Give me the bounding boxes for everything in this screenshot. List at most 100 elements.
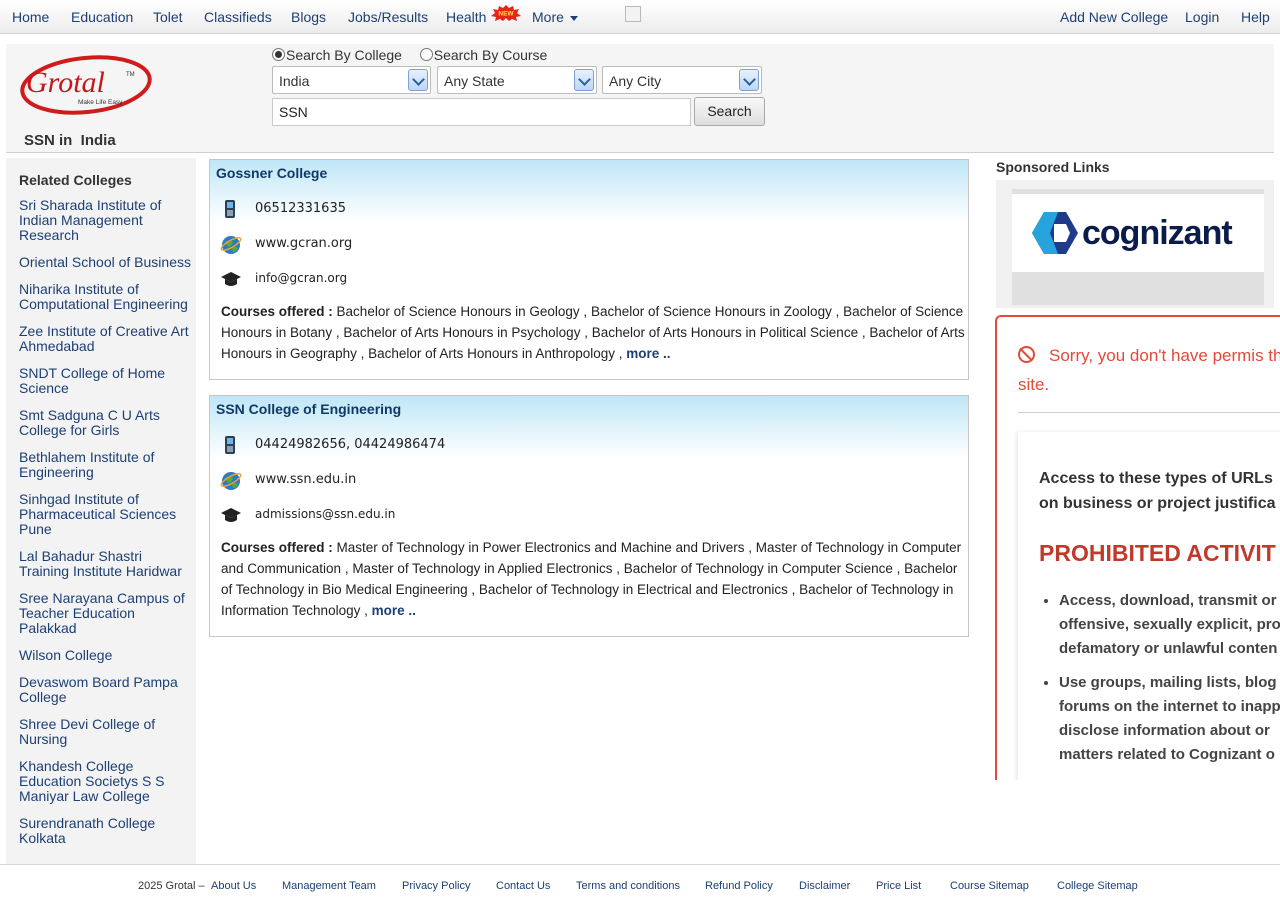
website-link[interactable]: www.gcran.org xyxy=(255,236,352,251)
ad-banner[interactable]: cognizant xyxy=(1012,194,1264,272)
blocked-icon xyxy=(1018,346,1035,363)
prohibited-item: Use groups, mailing lists, blog forums o… xyxy=(1059,671,1280,767)
blocked-site-panel: Sorry, you don't have permis this site. … xyxy=(995,315,1280,780)
related-colleges-list: Sri Sharada Institute of Indian Manageme… xyxy=(19,198,191,858)
related-college-link[interactable]: Surendranath College Kolkata xyxy=(19,816,191,846)
radio-search-by-course[interactable] xyxy=(419,48,433,61)
radio-search-by-college[interactable] xyxy=(272,48,285,61)
ad-container: cognizant xyxy=(1012,189,1264,305)
prohibited-line: disclose information about or xyxy=(1059,722,1270,739)
email-address: admissions@ssn.edu.in xyxy=(255,507,396,521)
college-result-card: Gossner College 06512331635 www.gcran.or… xyxy=(209,159,969,380)
mobile-phone-icon xyxy=(225,200,235,218)
nav-home[interactable]: Home xyxy=(12,9,49,25)
state-select[interactable]: Any State xyxy=(437,66,597,94)
related-college-link[interactable]: Shree Devi College of Nursing xyxy=(19,717,191,747)
nav-health[interactable]: Health xyxy=(446,9,486,25)
phone-number: 06512331635 xyxy=(255,201,346,216)
footer: 2025 Grotal – About Us Management Team P… xyxy=(0,864,1280,914)
search-type-radios: Search By College Search By Course xyxy=(272,47,547,63)
footer-copyright: 2025 Grotal – xyxy=(138,880,205,892)
related-college-link[interactable]: Oriental School of Business xyxy=(19,255,191,270)
nav-education[interactable]: Education xyxy=(71,9,133,25)
footer-link-college-sitemap[interactable]: College Sitemap xyxy=(1057,880,1138,892)
footer-link-disclaimer[interactable]: Disclaimer xyxy=(799,880,850,892)
college-result-card: SSN College of Engineering 04424982656, … xyxy=(209,395,969,637)
ad-brand-text: cognizant xyxy=(1082,214,1233,252)
radio-label-course[interactable]: Search By Course xyxy=(434,47,548,63)
related-college-link[interactable]: Devaswom Board Pampa College xyxy=(19,675,191,705)
nav-blogs[interactable]: Blogs xyxy=(291,9,326,25)
logo-tagline: Make Life Easy xyxy=(78,99,123,106)
prohibited-item: Access, download, transmit or offensive,… xyxy=(1059,589,1280,661)
grotal-logo[interactable]: Grotal TM Make Life Easy xyxy=(18,48,154,118)
nav-classifieds[interactable]: Classifieds xyxy=(204,9,272,25)
top-navbar: Home Education Tolet Classifieds Blogs J… xyxy=(0,0,1280,34)
nav-tolet[interactable]: Tolet xyxy=(153,9,183,25)
chevron-down-icon xyxy=(569,15,578,21)
more-link[interactable]: more .. xyxy=(372,603,416,618)
footer-link-privacy[interactable]: Privacy Policy xyxy=(402,880,470,892)
courses-list: Bachelor of Science Honours in Geology ,… xyxy=(221,304,965,361)
related-college-link[interactable]: Bethlahem Institute of Engineering xyxy=(19,450,191,480)
footer-link-price-list[interactable]: Price List xyxy=(876,880,921,892)
new-badge-icon: NEW xyxy=(491,5,521,21)
nav-more-dropdown[interactable]: More xyxy=(532,9,578,25)
country-select[interactable]: India xyxy=(272,66,431,94)
footer-link-contact[interactable]: Contact Us xyxy=(496,880,550,892)
cognizant-logo-icon xyxy=(1032,212,1078,254)
sponsored-ad[interactable]: cognizant xyxy=(996,180,1274,308)
policy-box: Access to these types of URLs on busines… xyxy=(1018,432,1280,780)
logo-tm: TM xyxy=(126,72,135,78)
related-college-link[interactable]: SNDT College of Home Science xyxy=(19,366,191,396)
policy-access-line: on business or project justifica xyxy=(1039,495,1276,512)
related-college-link[interactable]: Khandesh College Education Societys S S … xyxy=(19,759,191,804)
nav-login[interactable]: Login xyxy=(1185,9,1219,25)
globe-icon xyxy=(220,236,242,254)
related-college-link[interactable]: Wilson College xyxy=(19,648,191,663)
city-select-value: Any City xyxy=(609,73,662,89)
chevron-down-icon xyxy=(574,69,594,91)
radio-label-college[interactable]: Search By College xyxy=(286,47,402,63)
related-college-link[interactable]: Sree Narayana Campus of Teacher Educatio… xyxy=(19,591,191,636)
footer-link-about[interactable]: About Us xyxy=(211,880,256,892)
footer-link-management[interactable]: Management Team xyxy=(282,880,376,892)
broken-image-icon xyxy=(625,6,641,22)
prohibited-line: forums on the internet to inapp xyxy=(1059,698,1280,715)
search-input[interactable]: SSN xyxy=(272,98,691,126)
courses-offered: Courses offered : Master of Technology i… xyxy=(221,537,966,621)
divider xyxy=(1018,412,1280,413)
college-name-link[interactable]: Gossner College xyxy=(216,165,327,181)
prohibited-line: Use groups, mailing lists, blog xyxy=(1059,674,1277,691)
website-link[interactable]: www.ssn.edu.in xyxy=(255,472,356,487)
related-college-link[interactable]: Sinhgad Institute of Pharmaceutical Scie… xyxy=(19,492,191,537)
prohibited-line: offensive, sexually explicit, pro xyxy=(1059,616,1280,633)
sponsored-links-heading: Sponsored Links xyxy=(996,159,1110,175)
related-college-link[interactable]: Sri Sharada Institute of Indian Manageme… xyxy=(19,198,191,243)
related-college-link[interactable]: Zee Institute of Creative Art Ahmedabad xyxy=(19,324,191,354)
nav-help[interactable]: Help xyxy=(1241,9,1270,25)
sidebar-title: Related Colleges xyxy=(19,172,132,188)
related-colleges-sidebar: Related Colleges Sri Sharada Institute o… xyxy=(6,158,196,864)
policy-access-text: Access to these types of URLs on busines… xyxy=(1039,466,1280,516)
footer-link-course-sitemap[interactable]: Course Sitemap xyxy=(950,880,1029,892)
nav-add-new-college[interactable]: Add New College xyxy=(1060,9,1168,25)
footer-link-refund[interactable]: Refund Policy xyxy=(705,880,773,892)
more-link[interactable]: more .. xyxy=(626,346,670,361)
nav-more-label: More xyxy=(532,9,564,25)
related-college-link[interactable]: Smt Sadguna C U Arts College for Girls xyxy=(19,408,191,438)
policy-access-line: Access to these types of URLs xyxy=(1039,470,1273,487)
related-college-link[interactable]: Lal Bahadur Shastri Training Institute H… xyxy=(19,549,191,579)
state-select-value: Any State xyxy=(444,73,505,89)
prohibited-line: defamatory or unlawful conten xyxy=(1059,640,1278,657)
related-college-link[interactable]: Niharika Institute of Computational Engi… xyxy=(19,282,191,312)
logo-text: Grotal xyxy=(26,66,105,99)
phone-number: 04424982656, 04424986474 xyxy=(255,437,446,452)
blocked-message-text: Sorry, you don't have permis this site. xyxy=(1018,346,1280,394)
city-select[interactable]: Any City xyxy=(602,66,762,94)
nav-jobs-results[interactable]: Jobs/Results xyxy=(348,9,428,25)
search-button[interactable]: Search xyxy=(694,97,765,126)
college-name-link[interactable]: SSN College of Engineering xyxy=(216,401,401,417)
footer-link-terms[interactable]: Terms and conditions xyxy=(576,880,680,892)
globe-icon xyxy=(220,472,242,490)
